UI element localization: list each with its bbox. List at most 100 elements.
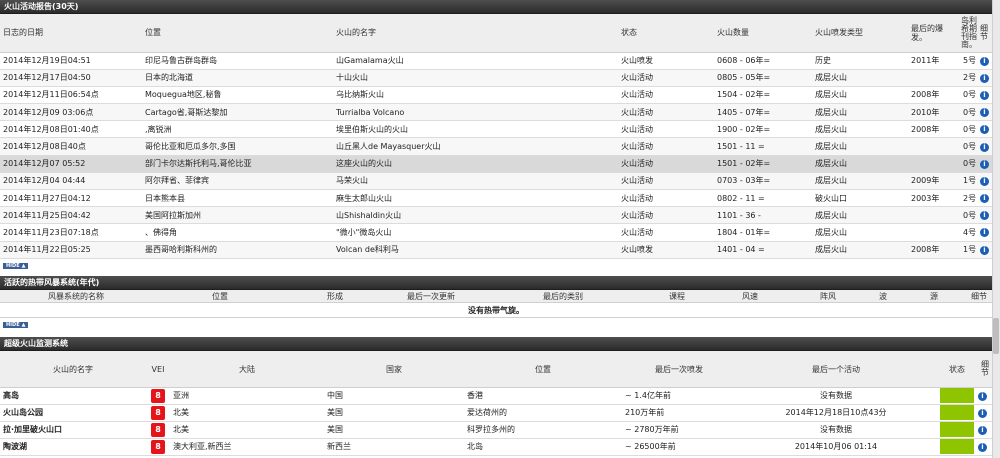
cell-volcano-number: 1501 - 02年= (714, 155, 812, 173)
sv-cell-country: 美国 (324, 404, 464, 422)
sv-cell-details: i (978, 387, 992, 405)
cell-reference: 0号 (960, 137, 980, 156)
sv-cell-continent: 澳大利亚,新西兰 (170, 438, 324, 456)
col-log-date[interactable]: 日志的日期 (0, 14, 142, 53)
info-icon[interactable]: i (980, 176, 989, 186)
volcano-row[interactable]: 2014年11月27日04:12 日本熊本县 麻生太郎山火山 火山活动 0802 - 1… (0, 189, 992, 208)
supervolcano-row[interactable]: 拉·加里破火山口 8 北美 美国 科罗拉多州的 ~ 2780万年前 没有数据 i (0, 421, 992, 439)
triangle-up-icon: ▲ (21, 262, 26, 269)
volcano-row[interactable]: 2014年12月11日06:54点 Moquegua地区,秘鲁 乌比纳斯火山 火山活动… (0, 86, 992, 105)
vei-badge: 8 (151, 439, 165, 454)
storm-hide-button[interactable]: HIDE ▲ (3, 322, 29, 329)
cell-status: 火山活动 (618, 86, 714, 105)
cell-volcano-name: 埃里伯斯火山的火山 (333, 120, 618, 139)
col-status[interactable]: 状态 (618, 14, 714, 53)
info-icon[interactable]: i (978, 391, 987, 401)
storm-col-location: 位置 (152, 289, 288, 304)
cell-volcano-name: 这座火山的火山 (333, 155, 618, 173)
volcano-row[interactable]: 2014年12月08日40点 哥伦比亚和厄瓜多尔,多国 山丘黑人de Mayasqu… (0, 137, 992, 156)
cell-last-eruption (908, 69, 960, 87)
info-icon[interactable]: i (980, 159, 989, 169)
storm-col-name: 风暴系统的名称 (0, 289, 152, 304)
volcano-row[interactable]: 2014年12月04 04:44 阿尔拜省、菲律宾 马荣火山 火山活动 0703 - 0… (0, 172, 992, 191)
volcano-hide-button[interactable]: HIDE ▲ (3, 262, 29, 269)
volcano-row[interactable]: 2014年11月23日07:18点 、佛得角 "微小"微岛火山 火山活动 1804 - … (0, 223, 992, 242)
cell-volcano-name: 乌比纳斯火山 (333, 86, 618, 105)
volcano-row[interactable]: 2014年11月25日04:42 美国阿拉斯加州 山Shishaldin火山 火山活动… (0, 206, 992, 225)
section-gap (0, 267, 1000, 276)
supervolcano-row[interactable]: 火山岛公园 8 北美 美国 爱达荷州的 210万年前 2014年12月18日10点43分 i (0, 404, 992, 422)
volcano-row[interactable]: 2014年12月17日04:50 日本的北海道 十山火山 火山活动 0805 - 05年… (0, 69, 992, 87)
sv-col-details: 细节 (978, 351, 992, 388)
info-icon[interactable]: i (980, 142, 989, 152)
col-location[interactable]: 位置 (142, 14, 333, 53)
supervolcano-row[interactable]: 高岛 8 亚洲 中国 香港 ~ 1.4亿年前 没有数据 i (0, 387, 992, 405)
cell-status: 火山喷发 (618, 52, 714, 70)
cell-log-date: 2014年11月27日04:12 (0, 189, 142, 208)
cell-details: i (980, 189, 992, 208)
cell-details: i (980, 206, 992, 225)
cell-last-eruption (908, 137, 960, 156)
sv-cell-details: i (978, 438, 992, 456)
cell-last-eruption (908, 155, 960, 173)
cell-location: ,离锐洲 (142, 120, 333, 139)
volcano-row[interactable]: 2014年12月07 05:52 部门卡尔达斯托利马,哥伦比亚 这座火山的火山 火山活… (0, 155, 992, 173)
vertical-scrollbar[interactable] (992, 0, 1000, 458)
cell-details: i (980, 86, 992, 105)
col-last-eruption[interactable]: 最后的爆发。 (908, 14, 960, 53)
cell-volcano-name: Volcan de科利马 (333, 241, 618, 259)
cell-details: i (980, 241, 992, 259)
cell-eruption-type: 成层火山 (812, 206, 908, 225)
info-icon[interactable]: i (980, 194, 989, 204)
storm-table: 风暴系统的名称 位置 形成 最后一次更新 最后的类别 课程 风速 阵风 波 源 … (0, 289, 992, 319)
sv-cell-location: 爱达荷州的 (464, 404, 622, 422)
volcano-row[interactable]: 2014年11月22日05:25 墨西哥哈利斯科州的 Volcan de科利马 火山喷… (0, 241, 992, 259)
cell-location: Cartago省,哥斯达黎加 (142, 103, 333, 122)
col-reference[interactable]: 岛利希期刊指南。 (960, 14, 980, 53)
supervolcano-title: 超级火山监测系统 (0, 337, 1000, 352)
scrollbar-thumb[interactable] (993, 318, 999, 354)
cell-volcano-number: 1804 - 01年= (714, 223, 812, 242)
cell-log-date: 2014年12月17日04:50 (0, 69, 142, 87)
col-volcano-number[interactable]: 火山数量 (714, 14, 812, 53)
cell-last-eruption (908, 223, 960, 242)
info-icon[interactable]: i (980, 211, 989, 221)
info-icon[interactable]: i (980, 73, 989, 83)
sv-col-name: 火山的名字 (0, 351, 146, 388)
sv-cell-continent: 北美 (170, 404, 324, 422)
volcano-row[interactable]: 2014年12月19日04:51 印尼马鲁古群岛群岛 山Gamalama火山 火山喷发… (0, 52, 992, 70)
supervolcano-row[interactable]: 陶波湖 8 澳大利亚,新西兰 新西兰 北岛 ~ 26500年前 2014年10月06 01:… (0, 438, 992, 456)
info-icon[interactable]: i (980, 56, 989, 66)
cell-location: 印尼马鲁古群岛群岛 (142, 52, 333, 70)
info-icon[interactable]: i (980, 125, 989, 135)
cell-volcano-name: 麻生太郎山火山 (333, 189, 618, 208)
cell-location: 日本的北海道 (142, 69, 333, 87)
cell-reference: 5号 (960, 52, 980, 70)
info-icon[interactable]: i (978, 425, 987, 435)
storm-col-gusts: 阵风 (792, 289, 864, 304)
status-indicator (940, 388, 974, 404)
cell-reference: 2号 (960, 189, 980, 208)
info-icon[interactable]: i (980, 228, 989, 238)
col-volcano-name[interactable]: 火山的名字 (333, 14, 618, 53)
cell-volcano-name: Turrialba Volcano (333, 103, 618, 122)
vei-badge: 8 (151, 388, 165, 403)
volcano-row[interactable]: 2014年12月08日01:40点 ,离锐洲 埃里伯斯火山的火山 火山活动 1900 -… (0, 120, 992, 139)
info-icon[interactable]: i (978, 442, 987, 452)
col-eruption-type[interactable]: 火山喷发类型 (812, 14, 908, 53)
volcano-report-table: 日志的日期 位置 火山的名字 状态 火山数量 火山喷发类型 最后的爆发。 岛利希… (0, 14, 992, 259)
sv-cell-status (936, 404, 978, 422)
info-icon[interactable]: i (980, 108, 989, 118)
cell-log-date: 2014年12月07 05:52 (0, 155, 142, 173)
sv-cell-details: i (978, 404, 992, 422)
sv-cell-status (936, 387, 978, 405)
volcano-row[interactable]: 2014年12月09 03:06点 Cartago省,哥斯达黎加 Turrialba… (0, 103, 992, 122)
cell-reference: 0号 (960, 206, 980, 225)
sv-cell-location: 香港 (464, 387, 622, 405)
cell-reference: 4号 (960, 223, 980, 242)
cell-last-eruption: 2010年 (908, 103, 960, 122)
info-icon[interactable]: i (980, 90, 989, 100)
info-icon[interactable]: i (978, 408, 987, 418)
cell-eruption-type: 成层火山 (812, 86, 908, 105)
info-icon[interactable]: i (980, 245, 989, 255)
